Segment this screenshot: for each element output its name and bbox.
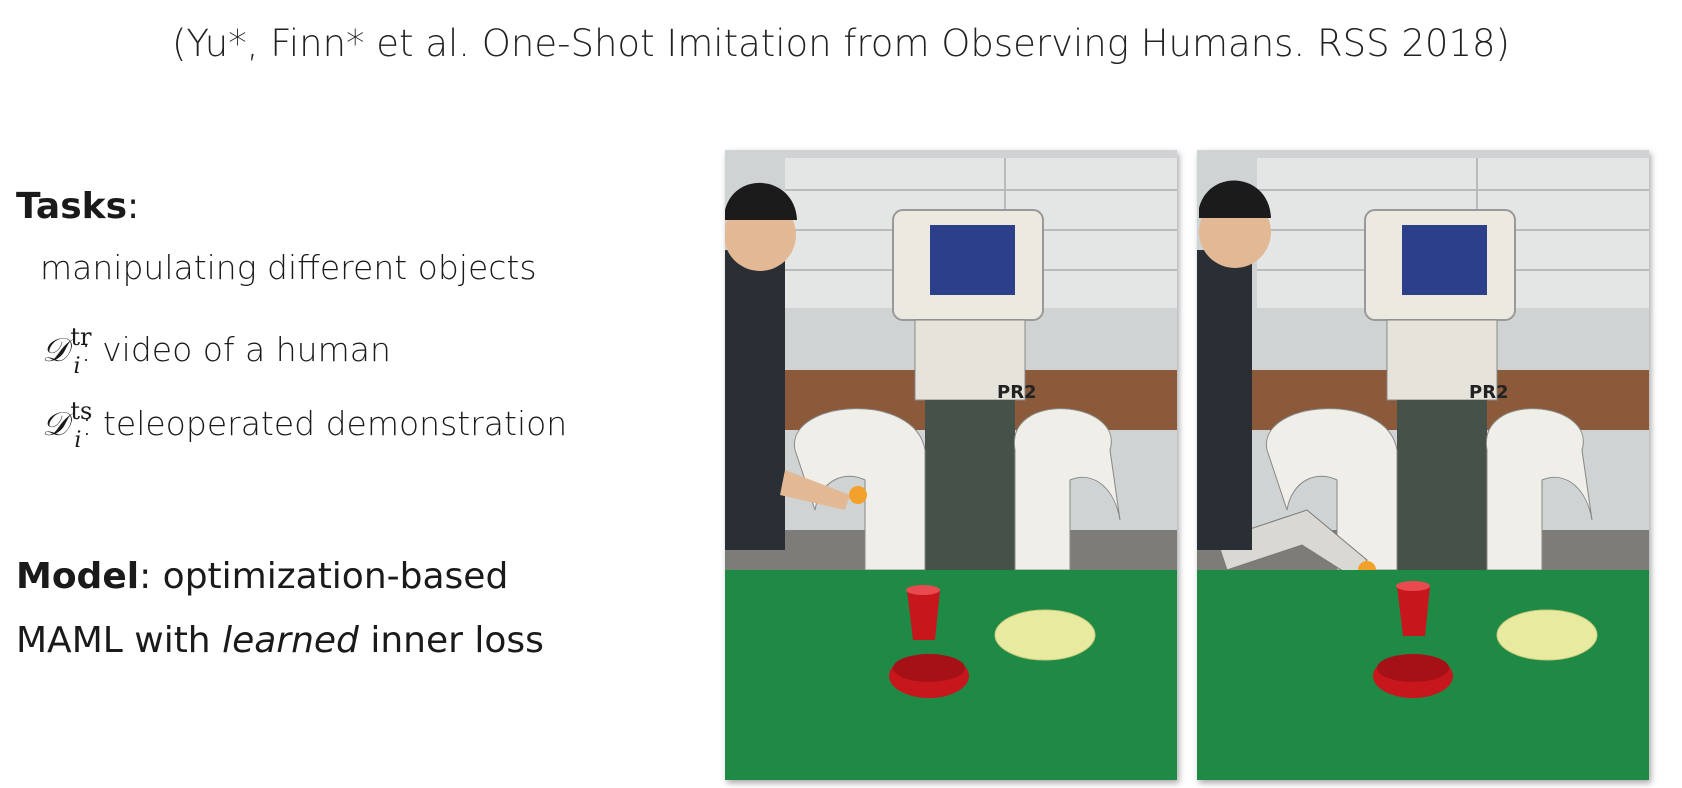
model-line-1: Model: optimization-based xyxy=(16,556,508,597)
tasks-description: manipulating different objects xyxy=(40,248,537,287)
tasks-heading-colon: : xyxy=(127,186,140,227)
model-line2-suffix: inner loss xyxy=(358,620,544,661)
test-description: : teleoperated demonstration xyxy=(81,404,568,443)
tasks-heading-label: Tasks xyxy=(16,186,128,227)
train-data-row: 𝒟tr i: video of a human xyxy=(42,323,391,379)
train-superscript: tr xyxy=(70,323,92,351)
robot-label-1: PR2 xyxy=(997,382,1037,403)
photo-human-demo-illustration: PR2 xyxy=(725,150,1177,780)
tasks-heading: Tasks: xyxy=(16,186,139,227)
test-symbol-d: 𝒟 xyxy=(42,404,69,443)
train-subscript: i xyxy=(73,354,81,379)
train-description: : video of a human xyxy=(80,330,391,369)
citation-text: (Yu*, Finn* et al. One-Shot Imitation fr… xyxy=(172,22,1510,65)
train-symbol-d: 𝒟 xyxy=(42,330,69,369)
photo-human-demo: PR2 xyxy=(725,150,1177,780)
test-symbol: 𝒟ts i xyxy=(42,397,92,453)
test-superscript: ts xyxy=(70,397,93,425)
photo-robot-imitation: PR2 xyxy=(1197,150,1649,780)
test-data-row: 𝒟ts i: teleoperated demonstration xyxy=(42,397,568,453)
test-subscript: i xyxy=(74,428,82,453)
train-symbol: 𝒟tr i xyxy=(42,323,91,379)
model-line1-rest: : optimization-based xyxy=(139,556,509,597)
photo-robot-imitation-illustration: PR2 xyxy=(1197,150,1649,780)
model-line-2: MAML with learned inner loss xyxy=(16,620,544,661)
model-line2-prefix: MAML with xyxy=(16,620,223,661)
model-heading: Model xyxy=(16,556,140,597)
model-line2-emphasis: learned xyxy=(222,620,359,661)
robot-label-2: PR2 xyxy=(1469,382,1509,403)
